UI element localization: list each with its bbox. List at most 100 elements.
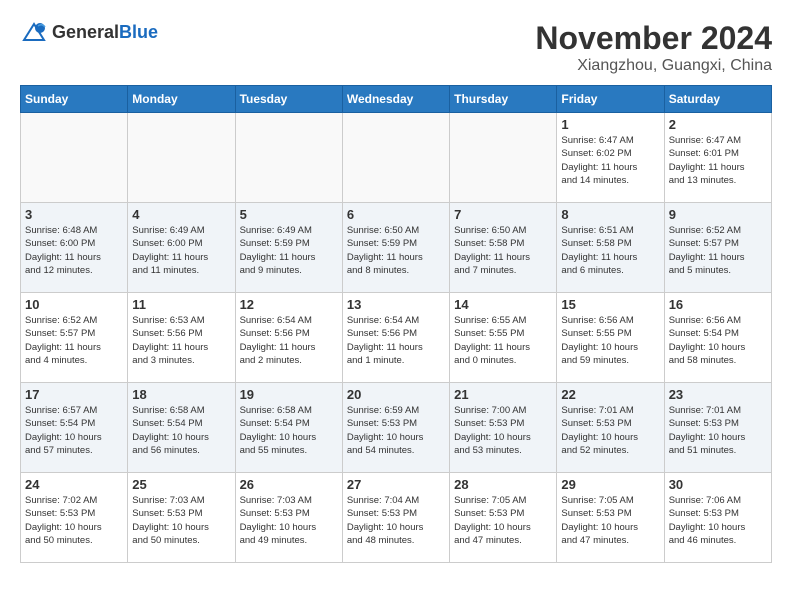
day-info: Sunrise: 7:01 AM Sunset: 5:53 PM Dayligh… xyxy=(561,404,659,457)
weekday-header-monday: Monday xyxy=(128,86,235,113)
day-info: Sunrise: 6:47 AM Sunset: 6:01 PM Dayligh… xyxy=(669,134,767,187)
day-info: Sunrise: 6:54 AM Sunset: 5:56 PM Dayligh… xyxy=(240,314,338,367)
day-number: 20 xyxy=(347,387,445,402)
day-info: Sunrise: 6:55 AM Sunset: 5:55 PM Dayligh… xyxy=(454,314,552,367)
calendar-cell: 26 Sunrise: 7:03 AM Sunset: 5:53 PM Dayli… xyxy=(235,473,342,563)
day-info: Sunrise: 6:54 AM Sunset: 5:56 PM Dayligh… xyxy=(347,314,445,367)
day-number: 1 xyxy=(561,117,659,132)
calendar-cell: 4 Sunrise: 6:49 AM Sunset: 6:00 PM Daylig… xyxy=(128,203,235,293)
calendar-cell: 23 Sunrise: 7:01 AM Sunset: 5:53 PM Dayli… xyxy=(664,383,771,473)
day-info: Sunrise: 7:03 AM Sunset: 5:53 PM Dayligh… xyxy=(240,494,338,547)
weekday-header-tuesday: Tuesday xyxy=(235,86,342,113)
day-number: 16 xyxy=(669,297,767,312)
day-info: Sunrise: 6:58 AM Sunset: 5:54 PM Dayligh… xyxy=(132,404,230,457)
day-info: Sunrise: 6:52 AM Sunset: 5:57 PM Dayligh… xyxy=(25,314,123,367)
calendar-cell xyxy=(128,113,235,203)
day-info: Sunrise: 7:02 AM Sunset: 5:53 PM Dayligh… xyxy=(25,494,123,547)
weekday-header-sunday: Sunday xyxy=(21,86,128,113)
day-info: Sunrise: 7:05 AM Sunset: 5:53 PM Dayligh… xyxy=(561,494,659,547)
calendar-week-row: 17 Sunrise: 6:57 AM Sunset: 5:54 PM Dayli… xyxy=(21,383,772,473)
day-number: 14 xyxy=(454,297,552,312)
calendar-cell: 30 Sunrise: 7:06 AM Sunset: 5:53 PM Dayli… xyxy=(664,473,771,563)
calendar-cell xyxy=(450,113,557,203)
day-number: 25 xyxy=(132,477,230,492)
day-info: Sunrise: 6:56 AM Sunset: 5:55 PM Dayligh… xyxy=(561,314,659,367)
day-info: Sunrise: 6:50 AM Sunset: 5:58 PM Dayligh… xyxy=(454,224,552,277)
day-info: Sunrise: 6:47 AM Sunset: 6:02 PM Dayligh… xyxy=(561,134,659,187)
day-number: 3 xyxy=(25,207,123,222)
calendar-cell: 5 Sunrise: 6:49 AM Sunset: 5:59 PM Daylig… xyxy=(235,203,342,293)
day-number: 4 xyxy=(132,207,230,222)
calendar-cell: 22 Sunrise: 7:01 AM Sunset: 5:53 PM Dayli… xyxy=(557,383,664,473)
day-info: Sunrise: 6:49 AM Sunset: 6:00 PM Dayligh… xyxy=(132,224,230,277)
logo: GeneralBlue xyxy=(20,20,158,44)
month-title: November 2024 xyxy=(535,20,772,57)
day-info: Sunrise: 7:01 AM Sunset: 5:53 PM Dayligh… xyxy=(669,404,767,457)
weekday-header-saturday: Saturday xyxy=(664,86,771,113)
day-info: Sunrise: 6:53 AM Sunset: 5:56 PM Dayligh… xyxy=(132,314,230,367)
calendar-cell: 1 Sunrise: 6:47 AM Sunset: 6:02 PM Daylig… xyxy=(557,113,664,203)
calendar-cell: 15 Sunrise: 6:56 AM Sunset: 5:55 PM Dayli… xyxy=(557,293,664,383)
day-number: 27 xyxy=(347,477,445,492)
day-info: Sunrise: 7:03 AM Sunset: 5:53 PM Dayligh… xyxy=(132,494,230,547)
day-number: 8 xyxy=(561,207,659,222)
day-number: 21 xyxy=(454,387,552,402)
day-number: 11 xyxy=(132,297,230,312)
logo-icon xyxy=(20,20,48,44)
day-number: 6 xyxy=(347,207,445,222)
day-info: Sunrise: 6:51 AM Sunset: 5:58 PM Dayligh… xyxy=(561,224,659,277)
day-number: 12 xyxy=(240,297,338,312)
day-info: Sunrise: 6:56 AM Sunset: 5:54 PM Dayligh… xyxy=(669,314,767,367)
day-number: 18 xyxy=(132,387,230,402)
calendar-cell: 16 Sunrise: 6:56 AM Sunset: 5:54 PM Dayli… xyxy=(664,293,771,383)
calendar-week-row: 3Sunrise: 6:48 AM Sunset: 6:00 PM Daylig… xyxy=(21,203,772,293)
day-number: 17 xyxy=(25,387,123,402)
calendar-cell: 3Sunrise: 6:48 AM Sunset: 6:00 PM Daylig… xyxy=(21,203,128,293)
day-info: Sunrise: 7:06 AM Sunset: 5:53 PM Dayligh… xyxy=(669,494,767,547)
day-number: 19 xyxy=(240,387,338,402)
calendar-cell: 10 Sunrise: 6:52 AM Sunset: 5:57 PM Dayli… xyxy=(21,293,128,383)
calendar-cell: 14 Sunrise: 6:55 AM Sunset: 5:55 PM Dayli… xyxy=(450,293,557,383)
calendar-cell: 28Sunrise: 7:05 AM Sunset: 5:53 PM Dayli… xyxy=(450,473,557,563)
calendar-cell xyxy=(342,113,449,203)
weekday-header-row: SundayMondayTuesdayWednesdayThursdayFrid… xyxy=(21,86,772,113)
day-number: 10 xyxy=(25,297,123,312)
day-number: 29 xyxy=(561,477,659,492)
calendar-cell: 25 Sunrise: 7:03 AM Sunset: 5:53 PM Dayli… xyxy=(128,473,235,563)
day-number: 5 xyxy=(240,207,338,222)
logo-blue-text: Blue xyxy=(119,22,158,42)
calendar-week-row: 10 Sunrise: 6:52 AM Sunset: 5:57 PM Dayli… xyxy=(21,293,772,383)
page-header: GeneralBlue November 2024 Xiangzhou, Gua… xyxy=(20,20,772,75)
calendar-week-row: 24Sunrise: 7:02 AM Sunset: 5:53 PM Dayli… xyxy=(21,473,772,563)
calendar-cell: 6 Sunrise: 6:50 AM Sunset: 5:59 PM Daylig… xyxy=(342,203,449,293)
day-info: Sunrise: 6:50 AM Sunset: 5:59 PM Dayligh… xyxy=(347,224,445,277)
calendar-cell: 19Sunrise: 6:58 AM Sunset: 5:54 PM Dayli… xyxy=(235,383,342,473)
calendar-cell xyxy=(235,113,342,203)
weekday-header-thursday: Thursday xyxy=(450,86,557,113)
calendar-cell: 29 Sunrise: 7:05 AM Sunset: 5:53 PM Dayli… xyxy=(557,473,664,563)
calendar-cell: 8 Sunrise: 6:51 AM Sunset: 5:58 PM Daylig… xyxy=(557,203,664,293)
day-number: 13 xyxy=(347,297,445,312)
day-info: Sunrise: 6:57 AM Sunset: 5:54 PM Dayligh… xyxy=(25,404,123,457)
day-number: 22 xyxy=(561,387,659,402)
title-section: November 2024 Xiangzhou, Guangxi, China xyxy=(535,20,772,75)
calendar-cell: 13 Sunrise: 6:54 AM Sunset: 5:56 PM Dayli… xyxy=(342,293,449,383)
logo-general-text: General xyxy=(52,22,119,42)
calendar-cell: 18 Sunrise: 6:58 AM Sunset: 5:54 PM Dayli… xyxy=(128,383,235,473)
calendar-cell: 11 Sunrise: 6:53 AM Sunset: 5:56 PM Dayli… xyxy=(128,293,235,383)
day-info: Sunrise: 7:04 AM Sunset: 5:53 PM Dayligh… xyxy=(347,494,445,547)
day-info: Sunrise: 6:49 AM Sunset: 5:59 PM Dayligh… xyxy=(240,224,338,277)
calendar-cell: 17 Sunrise: 6:57 AM Sunset: 5:54 PM Dayli… xyxy=(21,383,128,473)
day-info: Sunrise: 7:05 AM Sunset: 5:53 PM Dayligh… xyxy=(454,494,552,547)
calendar-table: SundayMondayTuesdayWednesdayThursdayFrid… xyxy=(20,85,772,563)
calendar-week-row: 1 Sunrise: 6:47 AM Sunset: 6:02 PM Daylig… xyxy=(21,113,772,203)
day-info: Sunrise: 6:52 AM Sunset: 5:57 PM Dayligh… xyxy=(669,224,767,277)
day-number: 23 xyxy=(669,387,767,402)
calendar-cell: 7Sunrise: 6:50 AM Sunset: 5:58 PM Daylig… xyxy=(450,203,557,293)
calendar-cell: 21Sunrise: 7:00 AM Sunset: 5:53 PM Dayli… xyxy=(450,383,557,473)
day-number: 26 xyxy=(240,477,338,492)
calendar-cell: 12 Sunrise: 6:54 AM Sunset: 5:56 PM Dayli… xyxy=(235,293,342,383)
day-number: 15 xyxy=(561,297,659,312)
calendar-cell: 2Sunrise: 6:47 AM Sunset: 6:01 PM Daylig… xyxy=(664,113,771,203)
day-number: 30 xyxy=(669,477,767,492)
